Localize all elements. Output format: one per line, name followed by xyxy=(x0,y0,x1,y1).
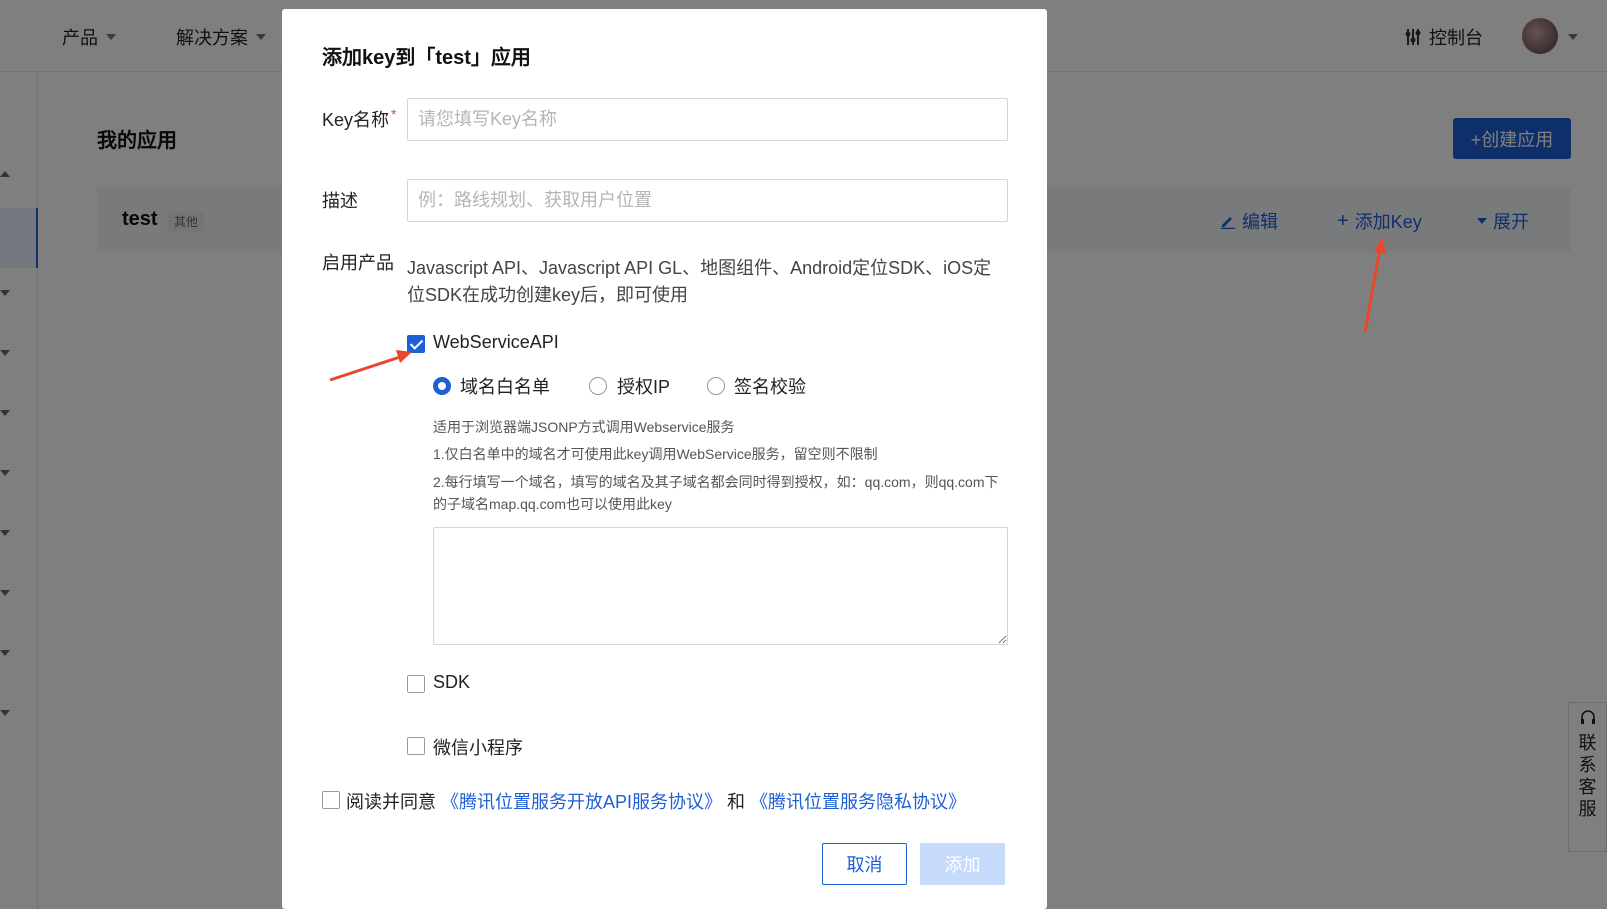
miniprogram-label: 微信小程序 xyxy=(433,738,523,758)
webservice-label: WebServiceAPI xyxy=(433,332,559,352)
products-description: Javascript API、Javascript API GL、地图组件、An… xyxy=(407,258,992,305)
products-label: 启用产品 xyxy=(322,253,394,273)
api-service-agreement-link[interactable]: 《腾讯位置服务开放API服务协议》 xyxy=(441,792,722,812)
privacy-agreement-link[interactable]: 《腾讯位置服务隐私协议》 xyxy=(750,792,966,812)
cancel-button[interactable]: 取消 xyxy=(822,843,907,885)
hint-line: 2.每行填写一个域名，填写的域名及其子域名都会同时得到授权，如：qq.com，则… xyxy=(433,474,999,512)
description-label: 描述 xyxy=(322,191,358,211)
key-name-label-text: Key名称 xyxy=(322,110,390,130)
required-mark: * xyxy=(391,106,397,122)
radio-domain-whitelist[interactable] xyxy=(433,377,451,395)
radio-signature[interactable] xyxy=(707,377,725,395)
add-button[interactable]: 添加 xyxy=(920,843,1005,885)
hint-line: 1.仅白名单中的域名才可使用此key调用WebService服务，留空则不限制 xyxy=(433,446,878,462)
webservice-checkbox[interactable] xyxy=(407,335,425,353)
radio-authorized-ip[interactable] xyxy=(589,377,607,395)
add-key-dialog: 添加key到「test」应用 Key名称* 描述 启用产品 Javascript… xyxy=(282,9,1047,909)
sdk-label: SDK xyxy=(433,672,471,692)
agreement-text: 阅读并同意 《腾讯位置服务开放API服务协议》 和 《腾讯位置服务隐私协议》 xyxy=(346,788,966,814)
hint-line: 适用于浏览器端JSONP方式调用Webservice服务 xyxy=(433,419,735,435)
key-name-input[interactable] xyxy=(407,98,1008,141)
dialog-title: 添加key到「test」应用 xyxy=(322,47,531,69)
agreement-prefix: 阅读并同意 xyxy=(346,792,436,812)
agreement-middle: 和 xyxy=(727,792,746,812)
radio-authorized-ip-label: 授权IP xyxy=(617,377,671,397)
sdk-checkbox[interactable] xyxy=(407,675,425,693)
description-input[interactable] xyxy=(407,179,1008,222)
radio-signature-label: 签名校验 xyxy=(734,377,806,397)
agreement-checkbox[interactable] xyxy=(322,791,340,809)
domain-whitelist-textarea[interactable] xyxy=(433,527,1008,645)
radio-domain-whitelist-label: 域名白名单 xyxy=(460,377,550,397)
key-name-label: Key名称 * xyxy=(322,106,396,132)
miniprogram-checkbox[interactable] xyxy=(407,737,425,755)
